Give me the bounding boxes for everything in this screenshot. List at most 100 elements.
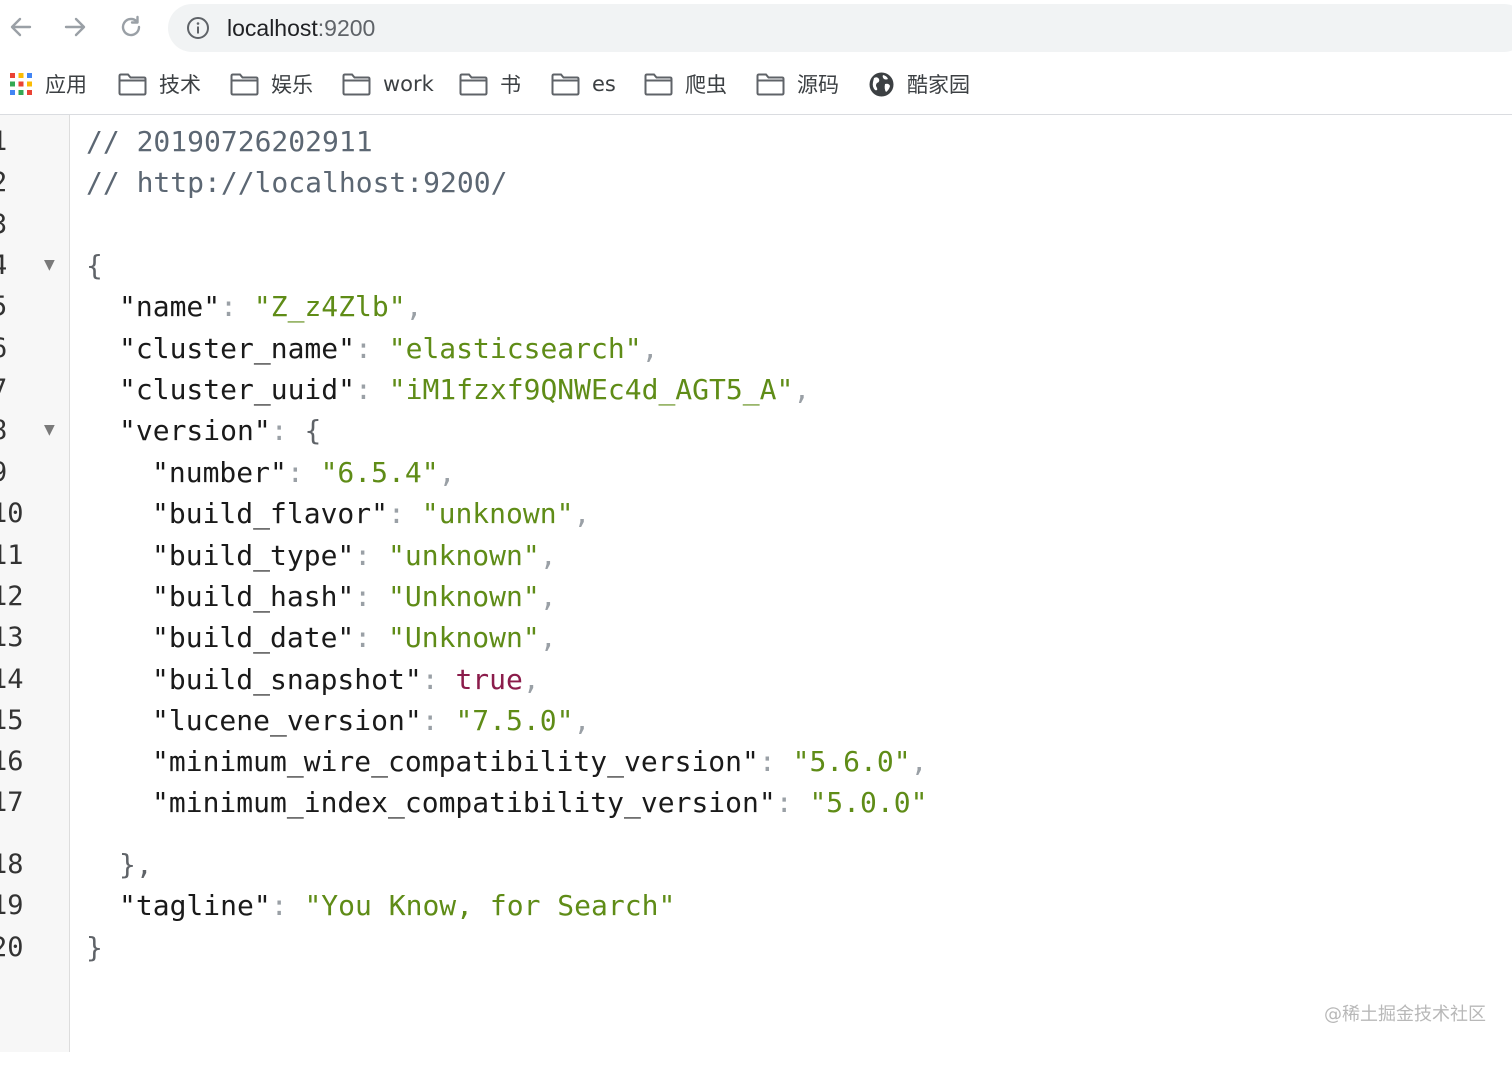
line-number: 18	[0, 849, 24, 880]
json-boolean-value: true	[455, 663, 523, 696]
json-key: "cluster_name"	[119, 332, 356, 365]
bookmark-label: 爬虫	[685, 73, 727, 97]
bookmark-label: work	[383, 72, 434, 96]
url-host: localhost	[227, 15, 318, 41]
line-number: 16	[0, 746, 24, 777]
code-line: 4 ▼ {	[0, 245, 1512, 286]
version-close-brace: },	[119, 848, 153, 881]
json-string-value: "7.5.0"	[455, 704, 574, 737]
line-number: 2	[0, 162, 31, 203]
json-key: "build_type"	[152, 539, 355, 572]
json-key: "version"	[119, 414, 271, 447]
json-key: "cluster_uuid"	[119, 373, 356, 406]
line-number: 5	[0, 286, 31, 327]
json-key: "build_flavor"	[152, 497, 389, 530]
code-line: 19 "tagline": "You Know, for Search"	[0, 885, 1512, 926]
json-key: "number"	[152, 456, 287, 489]
bookmark-apps[interactable]: 应用	[9, 69, 87, 99]
folder-icon	[459, 73, 488, 95]
globe-icon	[869, 72, 894, 96]
code-line: 20 }	[0, 927, 1512, 968]
line-number: 12	[0, 581, 24, 612]
json-key: "minimum_index_compatibility_version"	[152, 786, 776, 819]
bookmark-folder-es[interactable]: es	[551, 69, 616, 99]
bookmark-label: 源码	[797, 73, 839, 97]
json-key: "build_snapshot"	[152, 663, 422, 696]
browser-toolbar: localhost:9200	[0, 0, 1512, 56]
bookmark-label: 书	[500, 73, 521, 97]
back-button[interactable]	[6, 12, 36, 42]
line-number: 20	[0, 932, 24, 963]
address-bar[interactable]: localhost:9200	[168, 4, 1512, 52]
code-line: 3	[0, 204, 1512, 245]
folder-icon	[644, 73, 673, 95]
line-number: 4	[0, 245, 31, 286]
folder-icon	[342, 73, 371, 95]
line-number: 11	[0, 540, 24, 571]
bookmarks-bar: 应用 技术 娱乐 work 书 es 爬虫 源码 酷家园	[0, 56, 1512, 115]
line-number: 6	[0, 328, 31, 369]
folder-icon	[756, 73, 785, 95]
code-line: 2 // http://localhost:9200/	[0, 162, 1512, 203]
fold-toggle-icon[interactable]: ▼	[44, 410, 55, 451]
code-line: 1 // 20190726202911	[0, 121, 1512, 162]
code-line: 8 ▼ "version": {	[0, 410, 1512, 451]
bookmark-folder-entertainment[interactable]: 娱乐	[230, 69, 313, 99]
line-number: 14	[0, 664, 24, 695]
json-key: "name"	[119, 290, 221, 323]
line-number: 13	[0, 622, 24, 653]
bookmark-label: 技术	[159, 73, 201, 97]
json-key: "minimum_wire_compatibility_version"	[152, 745, 759, 778]
json-string-value: "5.0.0"	[809, 786, 928, 819]
json-string-value: "iM1fzxf9QNWEc4d_AGT5_A"	[388, 373, 794, 406]
fold-toggle-icon[interactable]: ▼	[44, 245, 55, 286]
folder-icon	[230, 73, 259, 95]
info-icon[interactable]	[186, 16, 210, 40]
forward-arrow-icon	[64, 17, 86, 37]
bookmark-coolhome[interactable]: 酷家园	[868, 69, 970, 99]
back-arrow-icon	[10, 17, 32, 37]
json-string-value: "unknown"	[388, 539, 540, 572]
bookmark-folder-crawler[interactable]: 爬虫	[644, 69, 727, 99]
line-number: 7	[0, 369, 31, 410]
json-key: "lucene_version"	[152, 704, 422, 737]
comment-timestamp: // 20190726202911	[86, 125, 373, 158]
comment-url: // http://localhost:9200/	[86, 166, 508, 199]
reload-button[interactable]	[116, 12, 146, 42]
bookmark-folder-tech[interactable]: 技术	[118, 69, 201, 99]
code-line: 17"minimum_index_compatibility_version":…	[0, 782, 1512, 823]
folder-icon	[551, 73, 580, 95]
bookmark-label: 酷家园	[907, 73, 970, 97]
open-brace: {	[86, 249, 103, 282]
json-string-value: "Unknown"	[388, 621, 540, 654]
line-number: 1	[0, 121, 31, 162]
code-line: 10"build_flavor": "unknown",	[0, 493, 1512, 534]
code-line: 18 },	[0, 844, 1512, 885]
code-line: 7 "cluster_uuid": "iM1fzxf9QNWEc4d_AGT5_…	[0, 369, 1512, 410]
apps-grid-icon	[10, 73, 32, 95]
code-line: 16"minimum_wire_compatibility_version": …	[0, 741, 1512, 782]
json-key: "tagline"	[119, 889, 271, 922]
json-string-value: "unknown"	[421, 497, 574, 530]
json-key: "build_hash"	[152, 580, 355, 613]
code-line: 13"build_date": "Unknown",	[0, 617, 1512, 658]
watermark: @稀土掘金技术社区	[1324, 1004, 1486, 1025]
bookmark-label: 娱乐	[271, 73, 313, 97]
code-line: 15"lucene_version": "7.5.0",	[0, 700, 1512, 741]
folder-icon	[118, 73, 147, 95]
json-string-value: "Unknown"	[388, 580, 540, 613]
bookmark-folder-books[interactable]: 书	[459, 69, 521, 99]
url-text[interactable]: localhost:9200	[227, 15, 375, 41]
json-string-value: "elasticsearch"	[388, 332, 642, 365]
line-number: 8	[0, 410, 31, 451]
bookmark-folder-source[interactable]: 源码	[756, 69, 839, 99]
code-line: 9"number": "6.5.4",	[0, 452, 1512, 493]
json-key: "build_date"	[152, 621, 355, 654]
json-string-value: "5.6.0"	[792, 745, 911, 778]
code-line: 11"build_type": "unknown",	[0, 535, 1512, 576]
bookmark-folder-work[interactable]: work	[342, 69, 434, 99]
line-number: 19	[0, 890, 24, 921]
code-line: 14"build_snapshot": true,	[0, 659, 1512, 700]
line-number: 17	[0, 787, 24, 818]
forward-button[interactable]	[60, 12, 90, 42]
